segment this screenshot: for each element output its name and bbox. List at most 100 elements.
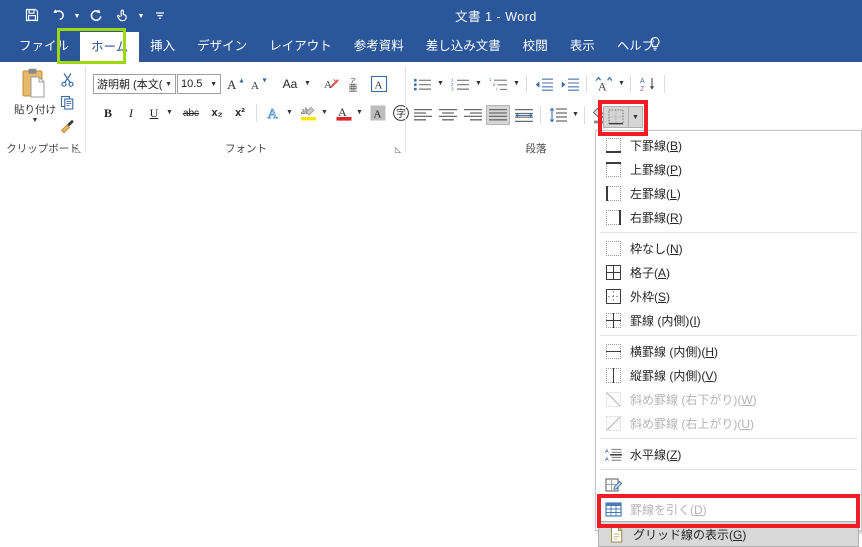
font-size-field[interactable]: 10.5 ▼ [177,74,221,94]
menu-item-diagonal-down-border: 斜め罫線 (右下がり)(W) [596,387,861,411]
shrink-font-button[interactable]: A [248,74,270,94]
menu-item-borders-and-shading[interactable]: グリッド線の表示(G) [598,521,859,547]
ribbon-group-clipboard: 貼り付け ▼ クリップボード ◺ [0,62,86,158]
font-name-dropdown-icon[interactable]: ▼ [165,81,172,88]
multilevel-dropdown-icon[interactable]: ▼ [513,80,520,87]
borders-split-button[interactable]: ▼ [603,106,643,128]
italic-button[interactable]: I [121,103,141,123]
font-color-button[interactable]: A [333,103,355,123]
paragraph-separator [630,75,631,93]
menu-item-border-all[interactable]: 格子(A) [596,260,861,284]
font-color-dropdown-icon[interactable]: ▼ [356,109,363,116]
text-effects-dropdown-icon[interactable]: ▼ [286,109,293,116]
numbering-button[interactable]: 123 [449,74,473,94]
border-inside-vertical-icon [596,363,630,387]
menu-item-label: 右罫線(R) [630,210,683,225]
tell-me-lightbulb-icon[interactable] [645,36,665,56]
borders-dropdown-icon[interactable]: ▼ [629,107,642,127]
copy-icon[interactable] [56,92,78,112]
menu-item-border-right[interactable]: 右罫線(R) [596,205,861,229]
menu-item-border-left[interactable]: 左罫線(L) [596,181,861,205]
align-right-button[interactable] [461,105,485,125]
svg-text:A: A [251,80,259,92]
font-dialog-launcher-icon[interactable]: ◺ [393,145,403,155]
border-bottom-icon [596,133,630,157]
menu-item-border-none[interactable]: 枠なし(N) [596,236,861,260]
menu-item-label: 斜め罫線 (右下がり)(W) [630,392,757,407]
menu-item-diagonal-up-border: 斜め罫線 (右上がり)(U) [596,411,861,435]
tab-design[interactable]: デザイン [186,30,258,62]
phonetic-scale-button[interactable]: A [592,74,616,94]
menu-separator [600,232,857,233]
justify-button[interactable] [486,105,510,125]
menu-item-border-inside-vertical[interactable]: 縦罫線 (内側)(V) [596,363,861,387]
border-left-icon [596,181,630,205]
strikethrough-button[interactable]: abc [178,103,204,123]
menu-item-label: 罫線を引く(D) [630,502,707,517]
paste-dropdown-icon[interactable]: ▼ [32,117,39,124]
format-painter-icon[interactable] [56,115,78,135]
tab-mailings[interactable]: 差し込み文書 [415,30,512,62]
superscript-button[interactable]: x² [229,103,251,123]
clipboard-dialog-launcher-icon[interactable]: ◺ [73,145,83,155]
tab-insert[interactable]: 挿入 [139,30,186,62]
menu-item-border-bottom[interactable]: 下罫線(B) [596,133,861,157]
line-spacing-button[interactable] [546,105,570,125]
tab-file[interactable]: ファイル [8,30,80,62]
ribbon-tabs: ファイル ホーム 挿入 デザイン レイアウト 参考資料 差し込み文書 校閲 表示… [8,30,665,62]
tab-layout[interactable]: レイアウト [258,30,343,62]
numbering-dropdown-icon[interactable]: ▼ [475,80,482,87]
border-outside-icon [596,284,630,308]
bullets-dropdown-icon[interactable]: ▼ [437,80,444,87]
bullets-button[interactable] [411,74,435,94]
border-inside-horizontal-icon [596,339,630,363]
underline-button[interactable]: U [144,103,164,123]
horizontal-line-icon: AA [596,442,630,466]
text-highlight-color-button[interactable]: ab [298,103,320,123]
character-border-button[interactable]: A [368,74,390,94]
align-left-button[interactable] [411,105,435,125]
tab-review[interactable]: 校閲 [512,30,559,62]
menu-item-border-outside[interactable]: 外枠(S) [596,284,861,308]
word-window: ▼ ▼ 文書 1 - Word ファイル ホーム 挿入 デザイン レイアウト 参… [0,0,862,547]
borders-and-shading-icon [599,522,633,546]
menu-item-label: 縦罫線 (内側)(V) [630,368,718,383]
menu-item-border-top[interactable]: 上罫線(P) [596,157,861,181]
change-case-dropdown-icon[interactable]: ▼ [304,80,311,87]
font-size-dropdown-icon[interactable]: ▼ [210,81,217,88]
subscript-button[interactable]: x₂ [206,103,228,123]
border-right-icon [596,205,630,229]
paste-button[interactable]: 貼り付け ▼ [10,68,60,144]
character-shading-button[interactable]: A [367,103,389,123]
phonetic-guide-button[interactable]: ア亜 [344,74,366,94]
menu-item-label: 外枠(S) [630,289,671,304]
paragraph-separator [526,75,527,93]
underline-dropdown-icon[interactable]: ▼ [166,109,173,116]
menu-item-horizontal-line[interactable]: AA 水平線(Z) [596,442,861,466]
grow-font-button[interactable]: A [225,74,247,94]
distribute-button[interactable] [512,105,536,125]
menu-item-draw-table[interactable] [596,473,861,497]
cut-icon[interactable] [56,69,78,89]
sort-button[interactable]: AZ [636,74,660,94]
borders-icon[interactable] [604,107,628,127]
line-spacing-dropdown-icon[interactable]: ▼ [572,111,579,118]
highlight-dropdown-icon[interactable]: ▼ [321,109,328,116]
decrease-indent-button[interactable] [532,74,556,94]
clear-formatting-button[interactable]: A [321,74,343,94]
increase-indent-button[interactable] [558,74,582,94]
bold-button[interactable]: B [98,103,118,123]
menu-item-border-inside-horizontal[interactable]: 横罫線 (内側)(H) [596,339,861,363]
svg-text:A: A [338,105,347,119]
multilevel-list-button[interactable]: 1ai [487,74,511,94]
align-center-button[interactable] [436,105,460,125]
tab-view[interactable]: 表示 [559,30,606,62]
tab-home[interactable]: ホーム [80,32,140,62]
font-name-field[interactable]: 游明朝 (本文( ▼ [93,74,176,94]
tab-references[interactable]: 参考資料 [343,30,415,62]
menu-item-border-inside[interactable]: 罫線 (内側)(I) [596,308,861,332]
text-effects-button[interactable]: A [263,103,285,123]
change-case-button[interactable]: Aa [277,74,303,94]
svg-text:A: A [227,77,237,92]
phonetic-scale-dropdown-icon[interactable]: ▼ [618,80,625,87]
